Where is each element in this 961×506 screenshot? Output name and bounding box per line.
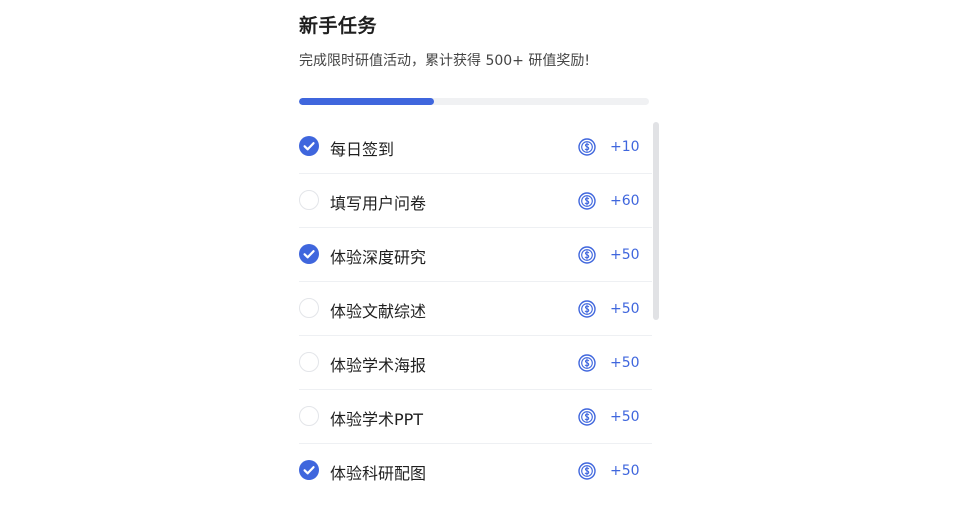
coin-icon bbox=[578, 354, 596, 372]
task-reward: +50 bbox=[610, 247, 640, 263]
task-checkbox[interactable] bbox=[299, 352, 319, 372]
task-row[interactable]: 每日签到 +10 bbox=[299, 120, 652, 174]
coin-icon bbox=[578, 408, 596, 426]
scrollbar-thumb[interactable] bbox=[653, 122, 659, 320]
check-icon bbox=[303, 250, 315, 259]
check-icon bbox=[303, 466, 315, 475]
coin-icon bbox=[578, 300, 596, 318]
panel-subtitle: 完成限时研值活动，累计获得 500+ 研值奖励! bbox=[299, 53, 590, 69]
task-reward: +50 bbox=[610, 355, 640, 371]
task-checkbox[interactable] bbox=[299, 136, 319, 156]
page: 新手任务 完成限时研值活动，累计获得 500+ 研值奖励! 每日签到 +10 填… bbox=[0, 0, 961, 506]
task-label: 体验文献综述 bbox=[330, 302, 427, 321]
progress-bar-fill bbox=[299, 98, 434, 105]
task-label: 体验深度研究 bbox=[330, 248, 427, 267]
task-label: 体验学术海报 bbox=[330, 356, 427, 375]
task-reward: +10 bbox=[610, 139, 640, 155]
newbie-tasks-panel: 新手任务 完成限时研值活动，累计获得 500+ 研值奖励! 每日签到 +10 填… bbox=[299, 0, 661, 506]
task-checkbox[interactable] bbox=[299, 298, 319, 318]
task-row[interactable]: 体验学术PPT +50 bbox=[299, 390, 652, 444]
task-label: 体验科研配图 bbox=[330, 464, 427, 483]
task-row[interactable]: 体验学术海报 +50 bbox=[299, 336, 652, 390]
coin-icon bbox=[578, 462, 596, 480]
panel-title: 新手任务 bbox=[299, 15, 378, 37]
task-checkbox[interactable] bbox=[299, 190, 319, 210]
check-icon bbox=[303, 142, 315, 151]
coin-icon bbox=[578, 246, 596, 264]
task-reward: +50 bbox=[610, 409, 640, 425]
task-list-scrollbar[interactable] bbox=[652, 120, 660, 506]
task-reward: +60 bbox=[610, 193, 640, 209]
task-reward: +50 bbox=[610, 301, 640, 317]
task-label: 每日签到 bbox=[330, 140, 395, 159]
task-checkbox[interactable] bbox=[299, 460, 319, 480]
task-row[interactable]: 体验文献综述 +50 bbox=[299, 282, 652, 336]
task-row[interactable]: 填写用户问卷 +60 bbox=[299, 174, 652, 228]
coin-icon bbox=[578, 138, 596, 156]
task-label: 填写用户问卷 bbox=[330, 194, 427, 213]
task-reward: +50 bbox=[610, 463, 640, 479]
task-row[interactable]: 体验科研配图 +50 bbox=[299, 444, 652, 498]
task-checkbox[interactable] bbox=[299, 244, 319, 264]
progress-bar bbox=[299, 98, 649, 105]
task-label: 体验学术PPT bbox=[330, 410, 424, 429]
task-row[interactable]: 体验深度研究 +50 bbox=[299, 228, 652, 282]
coin-icon bbox=[578, 192, 596, 210]
task-checkbox[interactable] bbox=[299, 406, 319, 426]
task-list[interactable]: 每日签到 +10 填写用户问卷 +60 体验深度研究 +50 体验文献综述 +5… bbox=[299, 120, 652, 506]
